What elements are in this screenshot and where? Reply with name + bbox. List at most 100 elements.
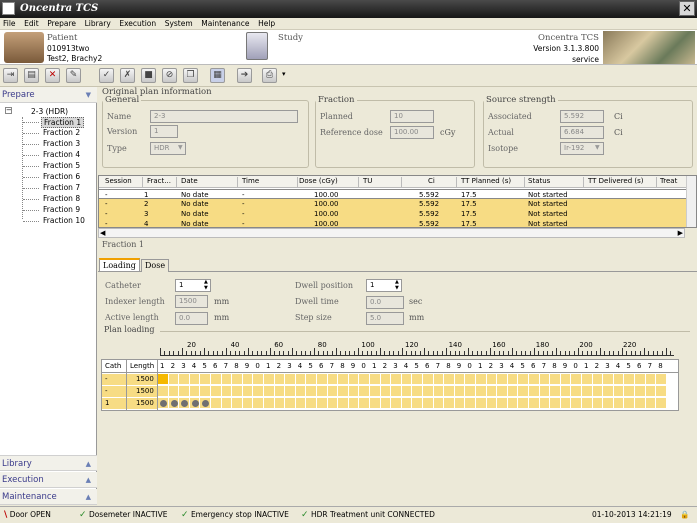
dwell-cell[interactable] — [550, 398, 561, 409]
menu-file[interactable]: File — [0, 18, 19, 29]
dwell-cell[interactable] — [592, 374, 604, 385]
dwelltime-field[interactable]: 0.0 — [366, 296, 404, 309]
dwell-cell[interactable] — [285, 374, 296, 385]
dwell-cell[interactable] — [571, 386, 582, 397]
dwell-cell[interactable] — [264, 374, 275, 385]
dwell-cell[interactable] — [200, 386, 211, 397]
dwell-cell[interactable] — [359, 386, 370, 397]
dwell-cell[interactable] — [348, 374, 360, 385]
dwell-cell[interactable] — [317, 386, 328, 397]
copy-icon[interactable]: ❐ — [183, 68, 198, 83]
dwell-cell[interactable] — [179, 374, 190, 385]
dwell-cell[interactable] — [539, 386, 551, 397]
menu-execution[interactable]: Execution — [116, 18, 159, 29]
table-row[interactable]: - 1 No date - 100.00 5.592 17.5 Not started — [99, 189, 696, 199]
dwell-cell[interactable] — [603, 374, 614, 385]
dwell-cell[interactable] — [507, 374, 519, 385]
dwell-cell[interactable] — [624, 374, 635, 385]
dwell-cell[interactable] — [158, 386, 169, 397]
dwell-cell[interactable] — [232, 374, 243, 385]
dwell-cell[interactable] — [635, 386, 646, 397]
dwell-cell[interactable] — [603, 398, 614, 409]
dwell-cell[interactable] — [295, 374, 307, 385]
dwell-cell[interactable] — [306, 374, 317, 385]
dwell-cell[interactable] — [327, 374, 339, 385]
report-icon[interactable]: ▦ — [210, 68, 225, 83]
dwell-cell[interactable] — [168, 386, 180, 397]
sessions-col-header[interactable]: TT Delivered (s) — [588, 177, 644, 185]
dwell-cell[interactable] — [401, 374, 413, 385]
dwell-cell[interactable] — [507, 386, 519, 397]
dwell-cell[interactable] — [242, 374, 254, 385]
spinner-arrows-icon[interactable]: ▲ ▼ — [395, 279, 399, 291]
menu-system[interactable]: System — [162, 18, 196, 29]
sessions-col-header[interactable]: Time — [242, 177, 259, 185]
fraction-item[interactable]: Fraction 10 — [41, 216, 87, 225]
dwell-cell[interactable] — [444, 374, 455, 385]
dwell-cell[interactable] — [327, 398, 339, 409]
dwell-cell[interactable] — [391, 398, 402, 409]
menu-edit[interactable]: Edit — [21, 18, 42, 29]
cancel-icon[interactable]: ⊘ — [162, 68, 177, 83]
dwell-cell[interactable] — [285, 386, 296, 397]
dwell-cell[interactable] — [221, 398, 233, 409]
edit-plan-icon[interactable]: ✎ — [66, 68, 81, 83]
dwell-cell[interactable] — [645, 398, 657, 409]
dwell-cell[interactable] — [338, 386, 349, 397]
dwell-cell[interactable] — [476, 374, 487, 385]
dwell-cell[interactable] — [507, 398, 519, 409]
tab-loading[interactable]: Loading — [99, 258, 140, 271]
dwell-cell[interactable] — [412, 398, 423, 409]
version-field[interactable]: 1 — [150, 125, 178, 138]
dwell-cell[interactable] — [370, 386, 381, 397]
dwell-cell[interactable] — [242, 398, 254, 409]
spinner-arrows-icon[interactable]: ▲ ▼ — [204, 279, 208, 291]
close-button[interactable]: ✕ — [679, 1, 695, 16]
dwell-cell[interactable] — [221, 386, 233, 397]
library-section-header[interactable]: Library ▲ — [0, 455, 97, 471]
dwell-cell[interactable] — [603, 386, 614, 397]
tree-collapse-icon[interactable]: − — [5, 107, 12, 114]
dwell-cell[interactable] — [412, 386, 423, 397]
fraction-item[interactable]: Fraction 1 — [41, 117, 85, 128]
dwell-cell[interactable] — [560, 398, 572, 409]
dwell-cell[interactable] — [423, 398, 434, 409]
dwell-cell[interactable] — [338, 398, 349, 409]
dwell-cell[interactable] — [550, 386, 561, 397]
dwell-cell[interactable] — [518, 386, 529, 397]
dwell-cell[interactable] — [423, 386, 434, 397]
import-icon[interactable]: ⇥ — [3, 68, 18, 83]
sessions-col-header[interactable]: Date — [181, 177, 198, 185]
maintenance-section-header[interactable]: Maintenance ▲ — [0, 489, 97, 505]
dwell-cell[interactable] — [592, 386, 604, 397]
dwell-cell[interactable] — [412, 374, 423, 385]
dwell-cell[interactable] — [232, 386, 243, 397]
dwell-cell[interactable] — [497, 398, 508, 409]
planned-field[interactable]: 10 — [390, 110, 434, 123]
horizontal-scrollbar[interactable]: ◀ ▶ — [98, 228, 685, 238]
menu-prepare[interactable]: Prepare — [44, 18, 79, 29]
chevron-down-icon[interactable]: ▼ — [595, 144, 600, 151]
dwell-cell[interactable] — [645, 374, 657, 385]
delete-plan-icon[interactable]: ✕ — [45, 68, 60, 83]
step-field[interactable]: 5.0 — [366, 312, 404, 325]
dwell-cell[interactable] — [200, 374, 211, 385]
scroll-right-icon[interactable]: ▶ — [678, 229, 683, 237]
fraction-item[interactable]: Fraction 5 — [41, 161, 82, 170]
dwell-cell[interactable] — [306, 386, 317, 397]
dwell-cell[interactable] — [232, 398, 243, 409]
dwell-cell[interactable] — [295, 386, 307, 397]
dwell-cell[interactable] — [327, 386, 339, 397]
dwell-cell[interactable] — [624, 386, 635, 397]
sessions-col-header[interactable]: Treat — [660, 177, 677, 185]
dwell-cell[interactable] — [401, 386, 413, 397]
dwell-cell[interactable] — [486, 398, 498, 409]
menu-library[interactable]: Library — [82, 18, 114, 29]
dwell-cell[interactable] — [635, 374, 646, 385]
actual-field[interactable]: 6.684 — [560, 126, 604, 139]
dwell-cell[interactable] — [433, 386, 445, 397]
dwell-cell[interactable] — [571, 398, 582, 409]
dwell-cell[interactable] — [624, 398, 635, 409]
dwell-cell[interactable] — [635, 398, 646, 409]
fraction-item[interactable]: Fraction 3 — [41, 139, 82, 148]
